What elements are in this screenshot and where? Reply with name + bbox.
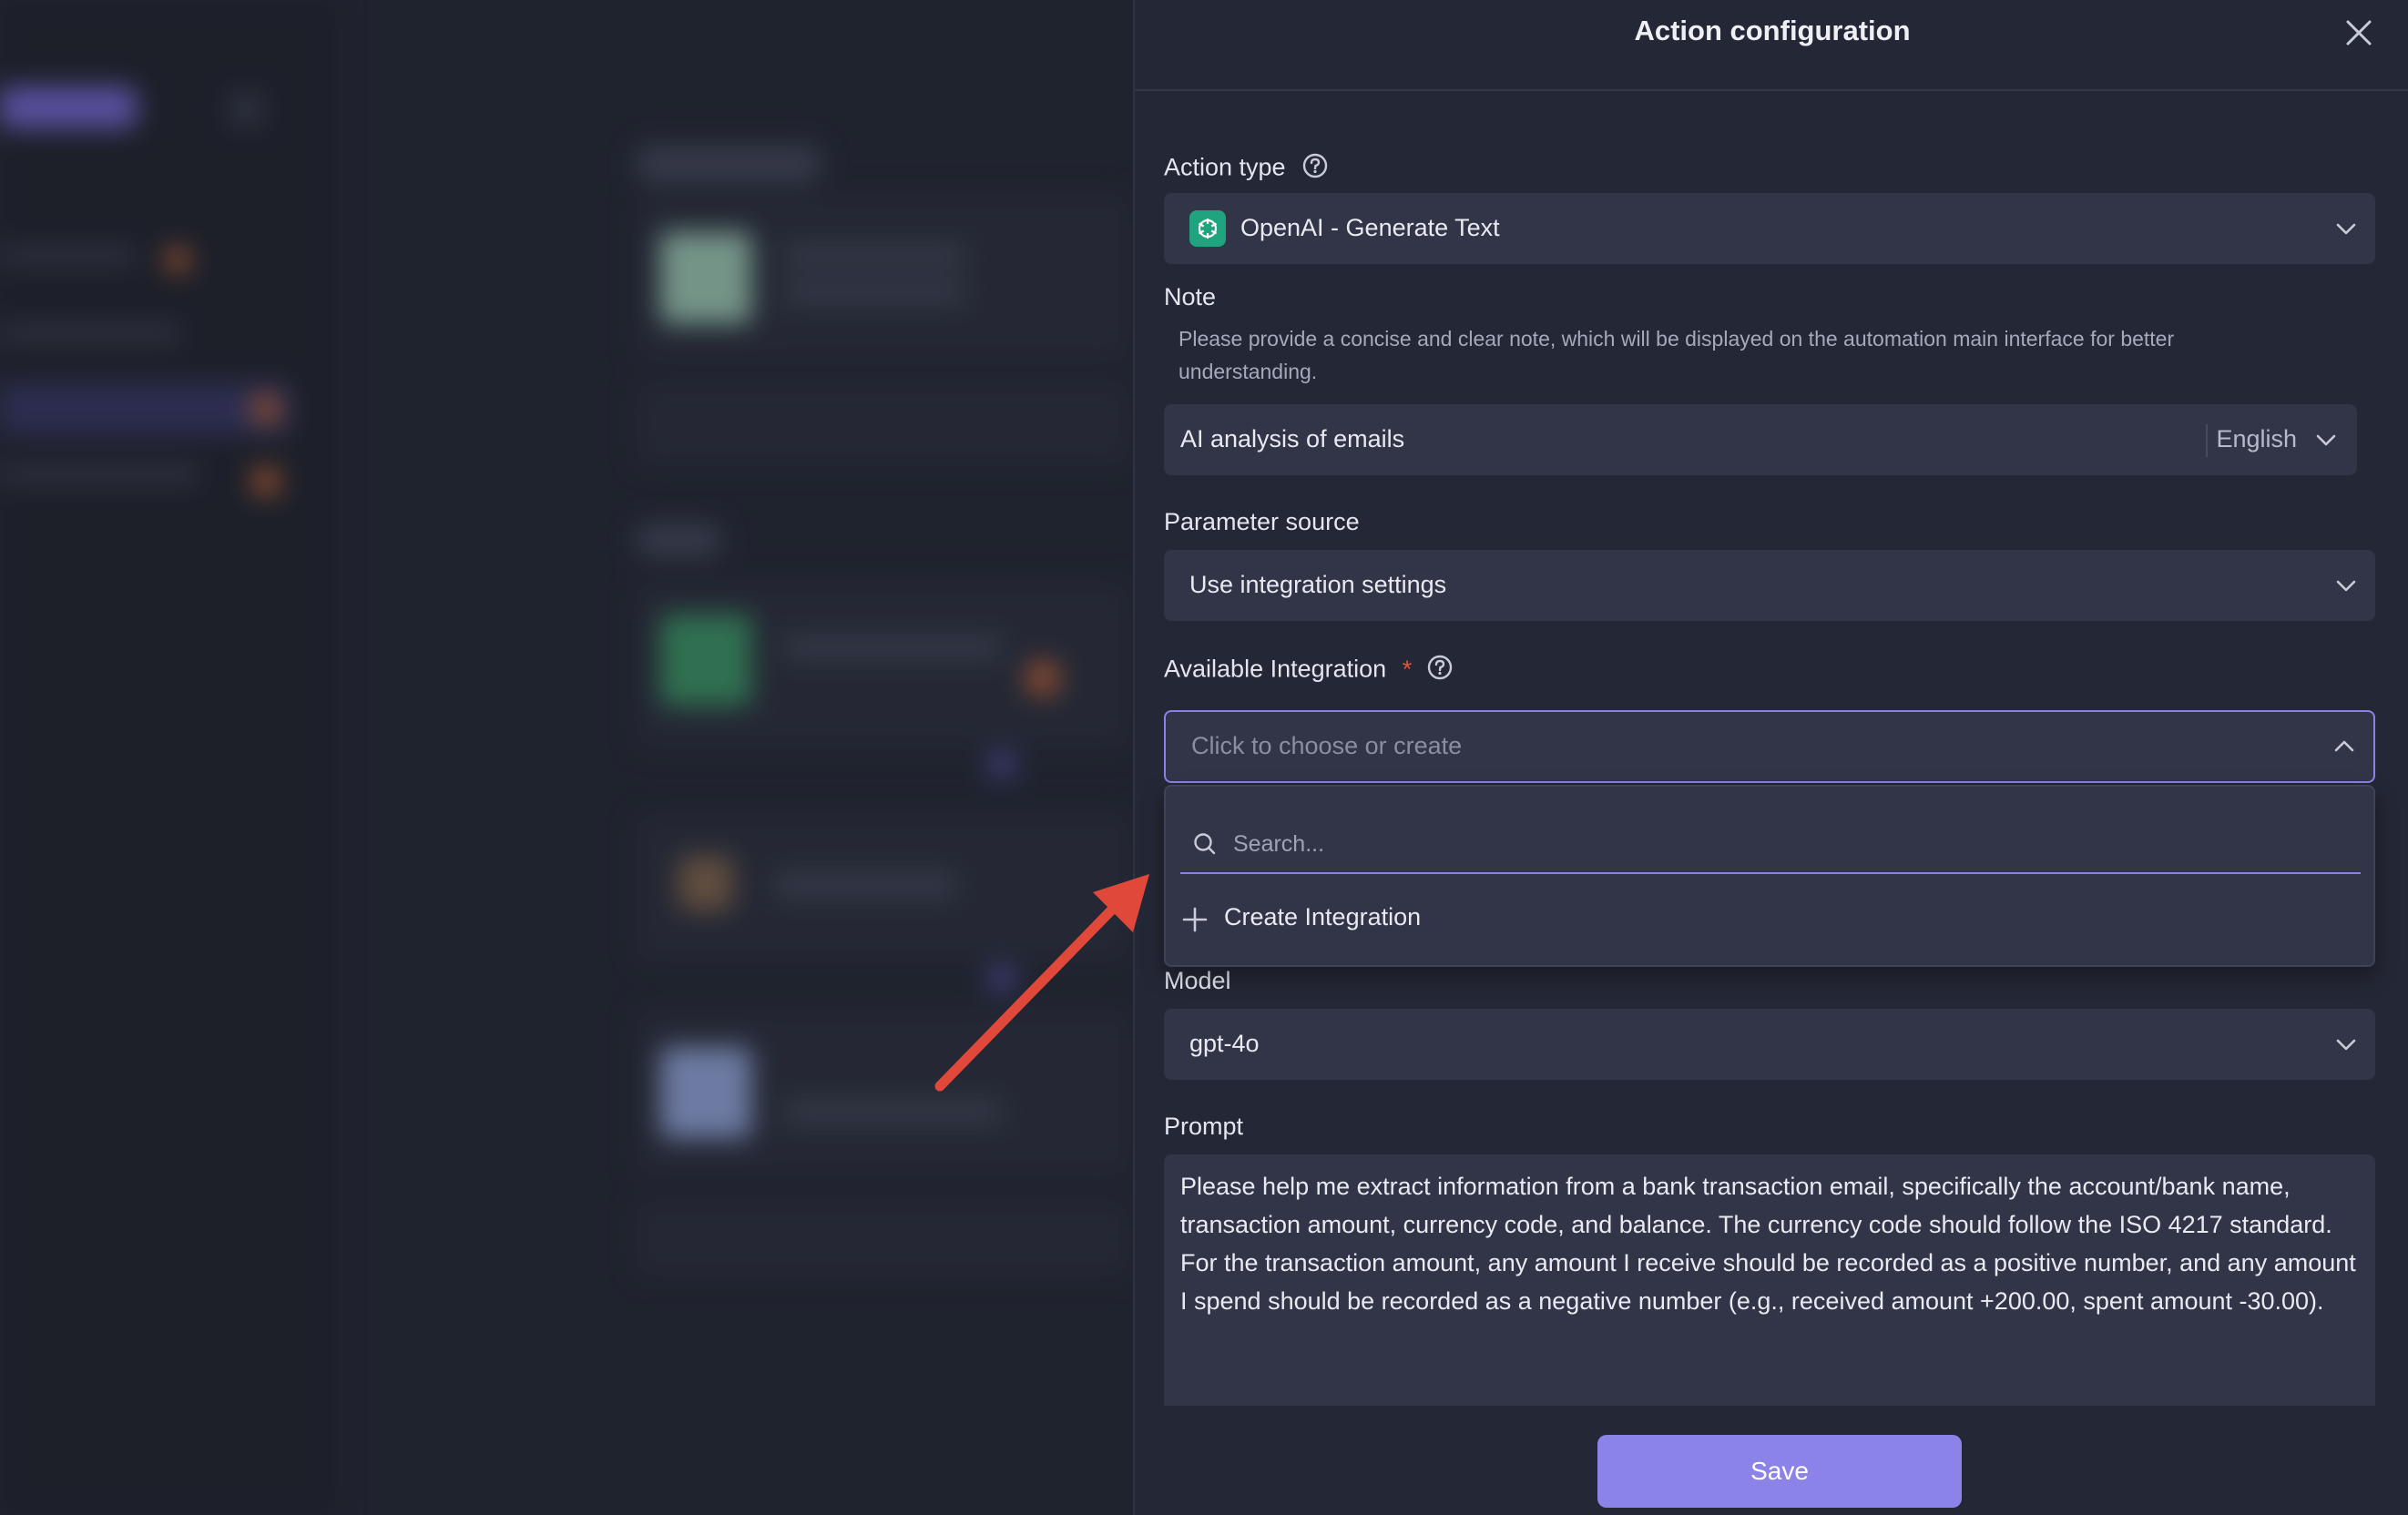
note-help-text: Please provide a concise and clear note,… [1178,327,2175,383]
save-button[interactable]: Save [1597,1435,1962,1508]
create-integration-option[interactable]: Create Integration [1180,898,1727,943]
search-icon [1194,833,1216,855]
action-type-select[interactable]: OpenAI - Generate Text [1164,193,2375,264]
model-value: gpt-4o [1189,1030,1260,1057]
openai-logo-icon [1189,210,1226,247]
parameter-source-label: Parameter source [1164,508,1360,535]
action-type-label: Action type [1164,153,1286,181]
available-integration-select[interactable]: Click to choose or create [1164,710,2375,783]
create-integration-label: Create Integration [1224,903,1422,930]
panel-footer: Save [1135,1406,2408,1515]
note-label: Note [1164,283,1217,310]
required-mark: * [1402,655,1413,683]
background-app [0,0,1133,1515]
integration-placeholder: Click to choose or create [1191,732,1463,759]
note-input[interactable]: AI analysis of emails English [1164,404,2357,475]
question-circle-icon[interactable] [1426,654,1454,687]
close-icon[interactable] [2342,16,2375,49]
prompt-label: Prompt [1164,1113,1244,1140]
action-type-value: OpenAI - Generate Text [1240,214,1500,241]
chevron-down-icon [2336,223,2356,235]
integration-dropdown-menu: Create Integration [1164,785,2375,967]
chevron-down-icon[interactable] [2311,425,2341,454]
chevron-up-icon [2334,740,2354,752]
available-integration-label-row: Available Integration * [1164,654,1454,687]
dropdown-search [1180,816,2361,874]
prompt-textarea[interactable]: Please help me extract information from … [1164,1154,2375,1409]
note-value: AI analysis of emails [1180,425,1405,452]
model-select[interactable]: gpt-4o [1164,1009,2375,1080]
divider [2206,424,2208,457]
chevron-down-icon [2336,1039,2356,1051]
parameter-source-select[interactable]: Use integration settings [1164,550,2375,621]
dropdown-search-input[interactable] [1231,823,2328,865]
action-type-label-row: Action type [1164,152,1329,186]
question-circle-icon[interactable] [1301,152,1329,186]
plus-icon [1182,907,1208,932]
available-integration-label: Available Integration [1164,655,1387,683]
action-configuration-panel: Action configuration Action type OpenAI … [1133,0,2408,1515]
panel-title: Action configuration [1634,15,1911,46]
model-label: Model [1164,967,1231,994]
parameter-source-value: Use integration settings [1189,571,1447,598]
chevron-down-icon [2336,580,2356,592]
language-select[interactable]: English [2216,425,2297,453]
panel-header: Action configuration [1135,0,2408,91]
